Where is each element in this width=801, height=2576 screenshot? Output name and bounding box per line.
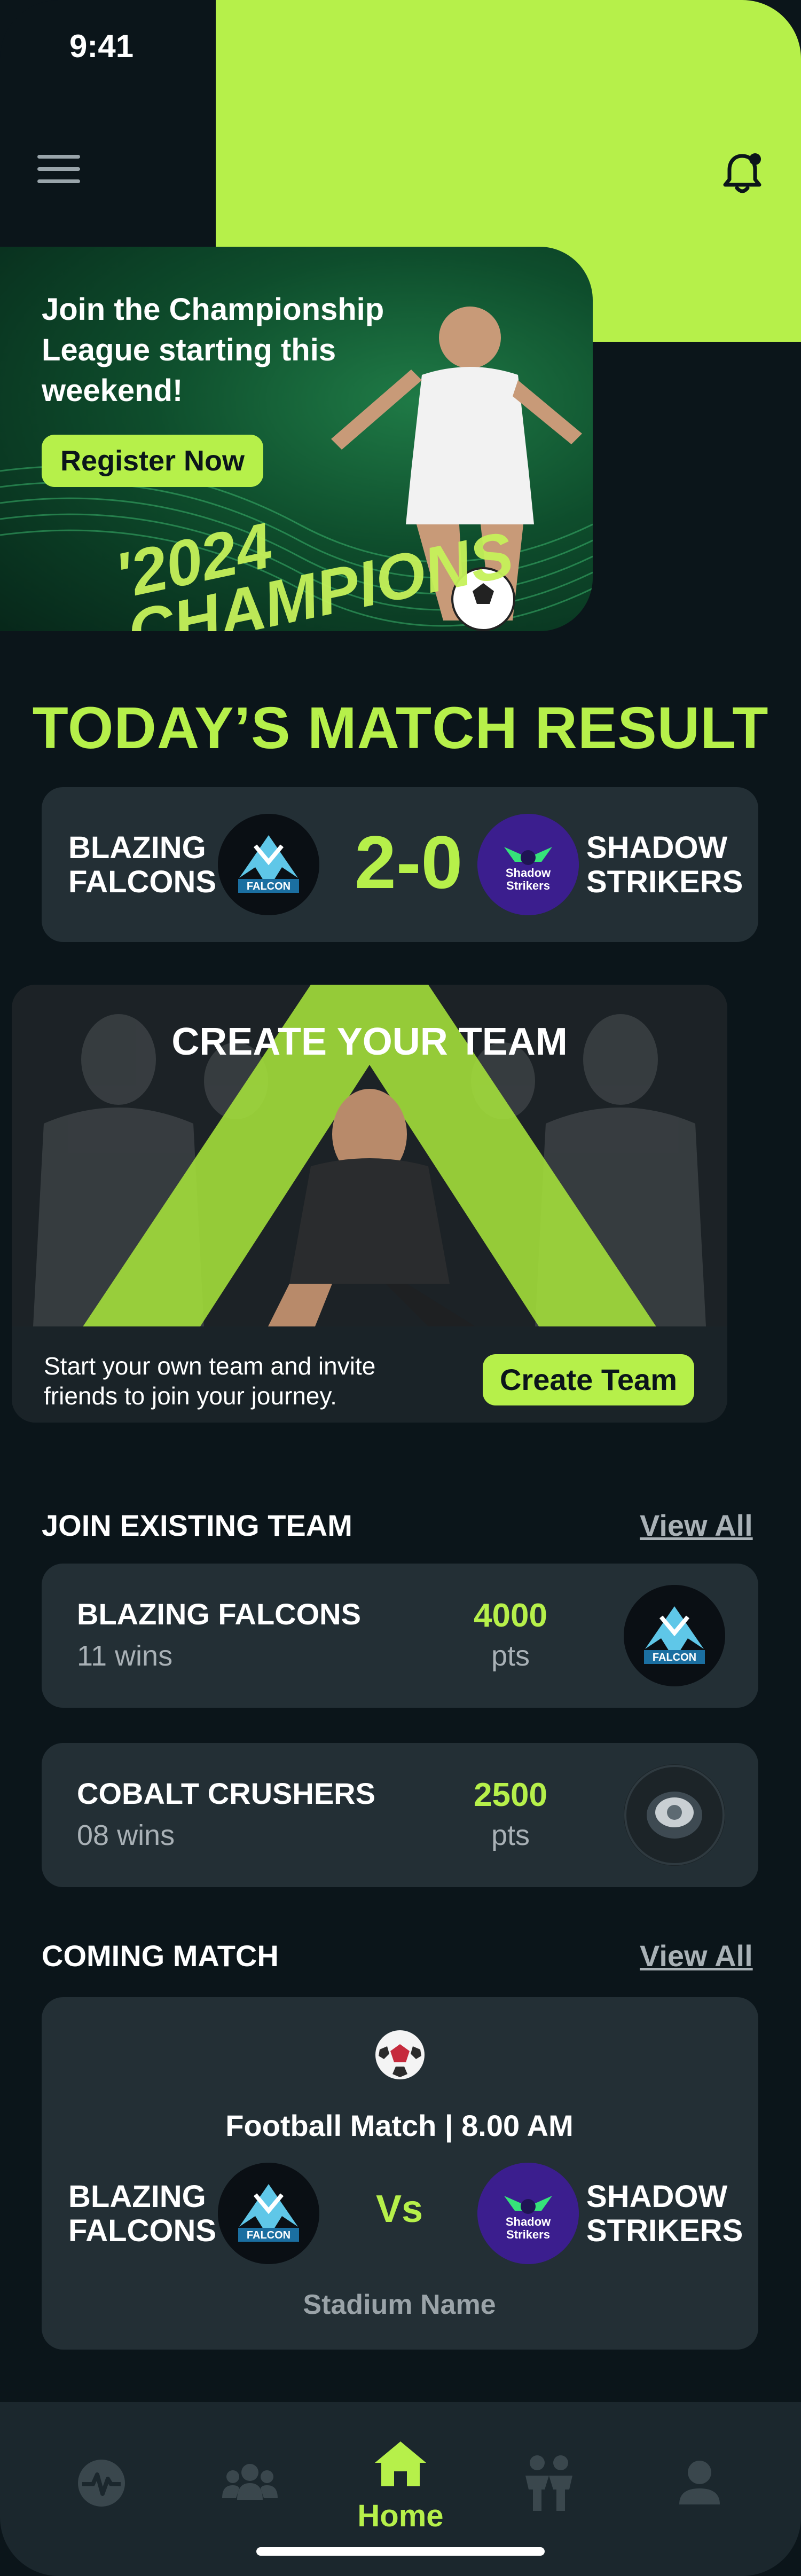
todays-match-heading: TODAY’S MATCH RESULT [32, 695, 769, 761]
team-points-label: pts [491, 1640, 530, 1672]
stadium-name: Stadium Name [303, 2289, 496, 2320]
svg-text:Strikers: Strikers [506, 2228, 550, 2241]
match-result-card[interactable]: BLAZING FALCONS FALCON 2-0 Shadow Strike… [42, 787, 758, 942]
svg-text:FALCON: FALCON [247, 2229, 290, 2241]
team-points-label: pts [491, 1819, 530, 1851]
versus-label: Vs [376, 2188, 423, 2231]
register-now-button[interactable]: Register Now [42, 435, 263, 487]
soccer-ball-icon [373, 2028, 427, 2082]
svg-text:Shadow: Shadow [506, 866, 551, 879]
hamburger-menu-icon[interactable] [37, 155, 80, 187]
bell-notification-icon[interactable] [717, 148, 768, 200]
shadow-strikers-logo: Shadow Strikers [477, 2163, 579, 2264]
coming-match-card[interactable]: Football Match | 8.00 AM BLAZING FALCONS… [42, 1997, 758, 2350]
home-indicator-bar [256, 2547, 545, 2556]
falcons-logo: FALCON [218, 2163, 319, 2264]
team-icon[interactable] [517, 2451, 581, 2515]
cobalt-crushers-logo [624, 1764, 725, 1866]
svg-text:FALCON: FALCON [653, 1652, 696, 1663]
svg-text:Strikers: Strikers [506, 879, 550, 892]
home-icon[interactable] [368, 2433, 433, 2497]
hero-banner[interactable]: Join the Championship League starting th… [0, 247, 593, 631]
home-team-name: BLAZING FALCONS [68, 830, 217, 899]
away-team-name: SHADOW STRIKERS [586, 830, 743, 899]
activity-icon[interactable] [69, 2451, 134, 2515]
app-screen: 9:41 Join the Championship League starti… [0, 0, 801, 2576]
hero-title: Join the Championship League starting th… [42, 292, 384, 408]
svg-text:Shadow: Shadow [506, 2215, 551, 2228]
team-name: COBALT CRUSHERS [77, 1777, 375, 1810]
falcons-logo: FALCON [218, 814, 319, 915]
away-team-name: SHADOW STRIKERS [586, 2179, 743, 2248]
team-wins: 11 wins [77, 1640, 173, 1672]
shadow-strikers-logo: Shadow Strikers [477, 814, 579, 915]
profile-icon[interactable] [668, 2451, 732, 2515]
home-nav-label[interactable]: Home [320, 2498, 481, 2534]
match-score: 2-0 [355, 820, 463, 904]
status-time: 9:41 [69, 28, 134, 64]
coming-match-view-all-link[interactable]: View All [640, 1938, 753, 1973]
join-existing-team-heading: JOIN EXISTING TEAM [42, 1509, 352, 1542]
match-title: Football Match | 8.00 AM [225, 2109, 574, 2142]
home-team-name: BLAZING FALCONS [68, 2179, 217, 2248]
create-team-button[interactable]: Create Team [483, 1354, 694, 1405]
svg-text:FALCON: FALCON [247, 881, 290, 892]
create-team-title: CREATE YOUR TEAM [171, 1020, 568, 1063]
team-list-item[interactable]: COBALT CRUSHERS 08 wins 2500 pts [42, 1743, 758, 1887]
groups-icon[interactable] [218, 2451, 282, 2515]
join-team-view-all-link[interactable]: View All [640, 1508, 753, 1543]
falcons-logo: FALCON [624, 1585, 725, 1686]
create-team-description: Start your own team and invite friends t… [44, 1352, 376, 1410]
coming-match-heading: COMING MATCH [42, 1939, 279, 1973]
team-wins: 08 wins [77, 1819, 175, 1851]
team-name: BLAZING FALCONS [77, 1597, 361, 1631]
team-points: 2500 [474, 1777, 547, 1813]
team-list-item[interactable]: BLAZING FALCONS 11 wins 4000 pts FALCON [42, 1564, 758, 1708]
team-points: 4000 [474, 1597, 547, 1634]
create-team-card[interactable]: CREATE YOUR TEAM Start your own team and… [12, 985, 727, 1423]
